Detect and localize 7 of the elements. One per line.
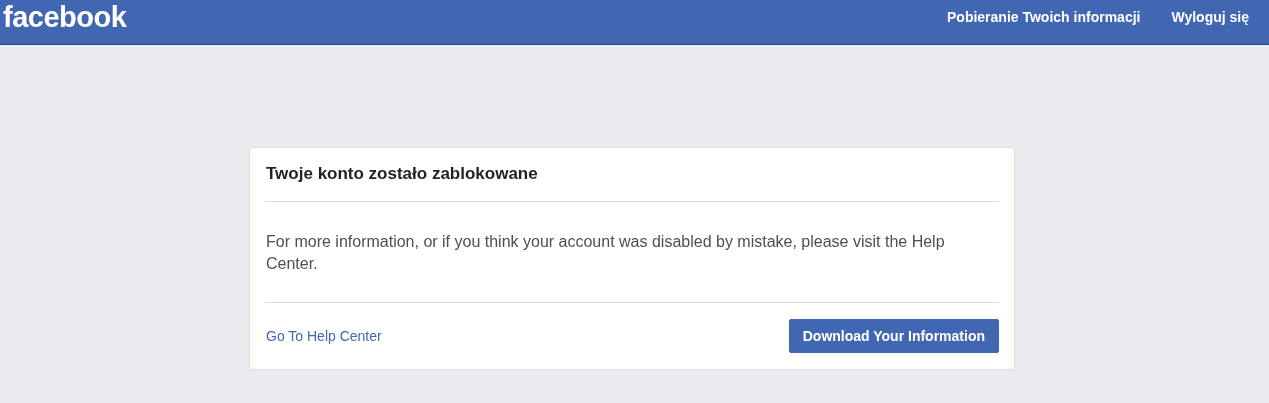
nav-link[interactable]: Pobieranie Twoich informacji xyxy=(947,9,1141,25)
card-title: Twoje konto zostało zablokowane xyxy=(265,148,999,202)
download-button[interactable]: Download Your Information xyxy=(788,319,999,353)
message-text: For more information, or if you think your account was disabled by mistake, please visit the Help Center. xyxy=(265,202,999,303)
nav-link[interactable]: Wyloguj się xyxy=(1171,9,1249,25)
help-center-link[interactable]: Go To Help Center xyxy=(266,328,382,344)
logo[interactable]: facebook xyxy=(3,0,127,34)
